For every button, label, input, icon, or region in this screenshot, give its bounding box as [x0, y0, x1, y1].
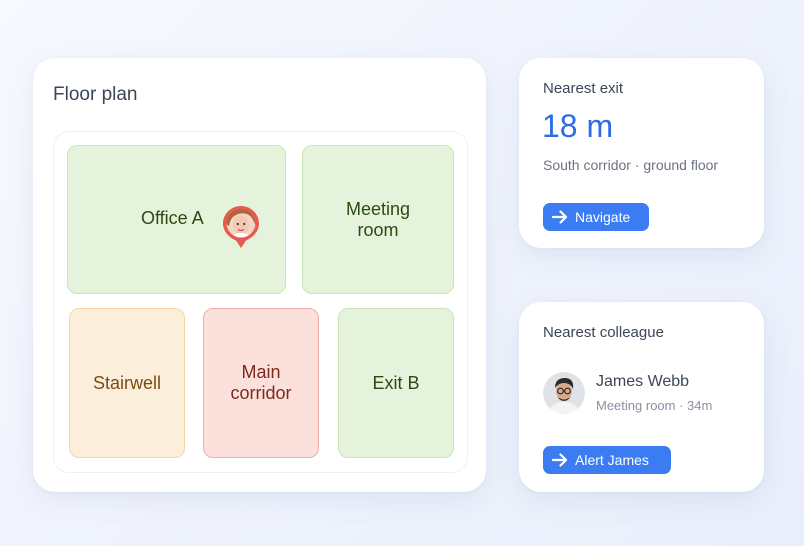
room-main-corridor-label-line1: Main [241, 362, 281, 382]
room-office-a-label: Office A [141, 208, 204, 228]
nearest-exit-title: Nearest exit [543, 80, 624, 97]
avatar-photo [543, 372, 585, 414]
room-stairwell-label: Stairwell [92, 372, 162, 393]
arrow-right-icon [552, 453, 568, 467]
floor-plan-card: Floor plan Office A Meeting room Stairwe… [33, 58, 486, 492]
floor-plan-map: Office A Meeting room Stairwell Main cor… [53, 131, 468, 473]
room-office-a[interactable]: Office A [67, 145, 286, 294]
avatar[interactable] [543, 372, 585, 414]
exit-location: South corridor · ground floor [543, 157, 719, 173]
exit-distance: 18 m [542, 108, 614, 144]
alert-colleague-button[interactable]: Alert James [543, 446, 671, 474]
room-exit-b-label: Exit B [372, 372, 420, 393]
user-location-pin-icon[interactable] [222, 204, 260, 250]
alert-colleague-button-label: Alert James [575, 452, 649, 468]
colleague-name: James Webb [596, 373, 690, 390]
room-exit-b[interactable]: Exit B [338, 308, 454, 458]
room-main-corridor-label-line2: corridor [230, 383, 292, 403]
room-meeting[interactable]: Meeting room [302, 145, 454, 294]
nearest-colleague-title: Nearest colleague [543, 324, 664, 341]
navigate-button[interactable]: Navigate [543, 203, 649, 231]
room-meeting-label: Meeting room [346, 199, 410, 241]
room-meeting-label-line1: Meeting [345, 198, 411, 219]
nearest-exit-card: Nearest exit 18 m South corridor · groun… [519, 58, 764, 248]
room-stairwell[interactable]: Stairwell [69, 308, 185, 458]
nearest-colleague-card: Nearest colleague James Webb Meeting roo… [519, 302, 764, 492]
room-main-corridor-label: Main corridor [230, 362, 291, 404]
room-meeting-label-line2: room [357, 219, 399, 240]
arrow-right-icon [552, 210, 568, 224]
navigate-button-label: Navigate [575, 209, 631, 225]
room-main-corridor[interactable]: Main corridor [203, 308, 319, 458]
floor-plan-title: Floor plan [53, 84, 138, 105]
colleague-location: Meeting room · 34m [596, 398, 713, 413]
